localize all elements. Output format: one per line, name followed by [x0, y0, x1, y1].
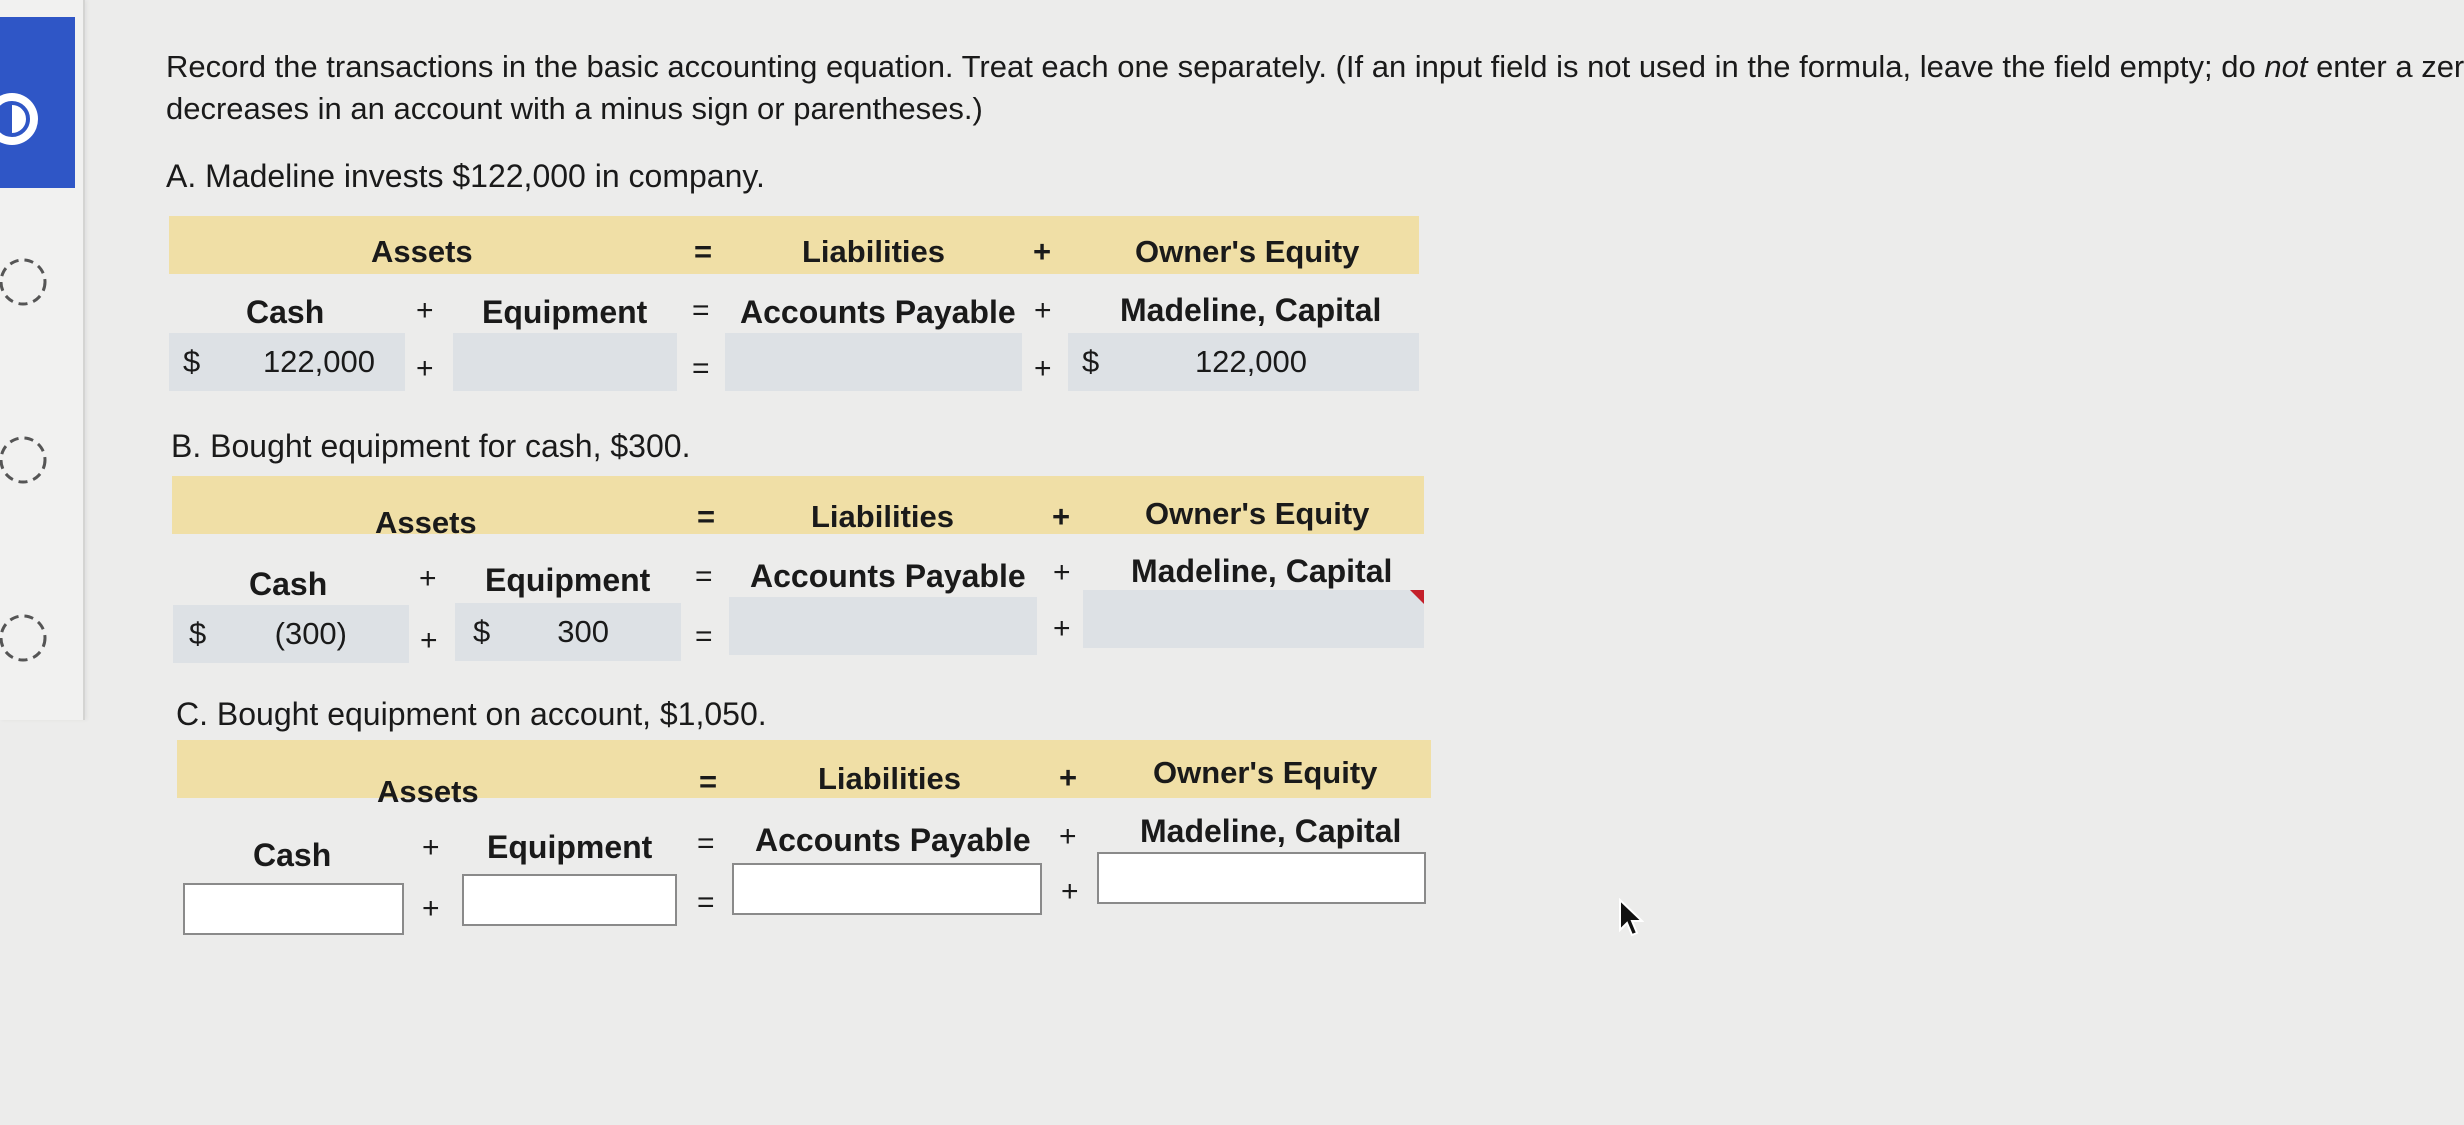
liabilities-header: Liabilities	[818, 761, 961, 796]
owners-equity-header: Owner's Equity	[1145, 496, 1370, 531]
assets-header: Assets	[377, 774, 479, 809]
instructions-text: Record the transactions in the basic acc…	[166, 46, 2464, 130]
equals-sign: =	[692, 352, 710, 385]
question-a-label: A. Madeline invests $122,000 in company.	[166, 158, 765, 194]
equipment-input-a[interactable]	[453, 333, 677, 391]
plus-sign: +	[1034, 352, 1052, 385]
liabilities-header: Liabilities	[811, 499, 954, 534]
instructions-line2: decreases in an account with a minus sig…	[166, 91, 983, 126]
accounts-payable-input-b[interactable]	[729, 597, 1037, 655]
equals-header: =	[697, 499, 716, 534]
capital-input-c[interactable]	[1097, 852, 1426, 904]
equals-header: =	[699, 764, 718, 799]
mouse-pointer-icon	[1618, 897, 1645, 943]
question-nav-rail	[0, 0, 85, 720]
plus-sign: +	[416, 352, 434, 385]
instructions-line1: Record the transactions in the basic acc…	[166, 49, 2265, 84]
accounts-payable-input-c[interactable]	[732, 863, 1042, 915]
plus-sign: +	[422, 831, 440, 864]
accounts-payable-column-header: Accounts Payable	[755, 822, 1031, 858]
assets-header: Assets	[371, 234, 473, 269]
instructions-line1-end: enter a zero. E	[2316, 49, 2464, 84]
question-nav-active-item[interactable]	[0, 17, 75, 188]
owners-equity-header: Owner's Equity	[1153, 755, 1378, 790]
equipment-value: 300	[557, 614, 609, 649]
liabilities-header: Liabilities	[802, 234, 945, 269]
equipment-column-header: Equipment	[485, 562, 651, 598]
cash-column-header: Cash	[253, 837, 332, 873]
question-c-label: C. Bought equipment on account, $1,050.	[176, 696, 767, 732]
equals-sign: =	[695, 560, 713, 593]
capital-value: 122,000	[1194, 344, 1307, 379]
plus-sign: +	[1061, 875, 1079, 908]
dollar-sign: $	[1082, 344, 1100, 379]
accounts-payable-column-header: Accounts Payable	[740, 294, 1016, 330]
plus-sign: +	[416, 294, 434, 327]
cash-input-b[interactable]: $ (300)	[173, 605, 409, 663]
plus-sign: +	[419, 562, 437, 595]
dashed-circle-icon[interactable]	[0, 255, 50, 309]
cash-input-a[interactable]: $ 122,000	[169, 333, 405, 391]
capital-column-header: Madeline, Capital	[1120, 292, 1382, 328]
instructions-emphasis: not	[2264, 49, 2308, 84]
accounts-payable-input-a[interactable]	[725, 333, 1022, 391]
plus-sign: +	[1034, 294, 1052, 327]
capital-column-header: Madeline, Capital	[1131, 553, 1393, 589]
cash-column-header: Cash	[249, 566, 328, 602]
dashed-circle-icon[interactable]	[0, 611, 50, 665]
equipment-column-header: Equipment	[482, 294, 648, 330]
accounts-payable-column-header: Accounts Payable	[750, 558, 1026, 594]
equals-sign: =	[692, 294, 710, 327]
cash-input-c[interactable]	[183, 883, 404, 935]
capital-input-b[interactable]	[1083, 590, 1424, 648]
equals-sign: =	[697, 827, 715, 860]
plus-sign: +	[420, 624, 438, 657]
plus-sign: +	[422, 892, 440, 925]
cash-column-header: Cash	[246, 294, 325, 330]
owners-equity-header: Owner's Equity	[1135, 234, 1360, 269]
equipment-column-header: Equipment	[487, 829, 653, 865]
equals-sign: =	[695, 620, 713, 653]
equals-header: =	[694, 234, 713, 269]
cash-value: (300)	[274, 616, 347, 651]
cash-value: 122,000	[262, 344, 375, 379]
plus-sign: +	[1059, 820, 1077, 853]
capital-input-a[interactable]: $ 122,000	[1068, 333, 1419, 391]
plus-header: +	[1059, 760, 1078, 795]
error-marker	[1410, 590, 1424, 604]
half-circle-icon	[0, 93, 38, 145]
plus-header: +	[1033, 234, 1052, 269]
plus-sign: +	[1053, 612, 1071, 645]
plus-sign: +	[1053, 556, 1071, 589]
dollar-sign: $	[183, 344, 201, 379]
assets-header: Assets	[375, 505, 477, 540]
equals-sign: =	[697, 886, 715, 919]
capital-column-header: Madeline, Capital	[1140, 813, 1402, 849]
question-b-label: B. Bought equipment for cash, $300.	[171, 428, 691, 464]
equipment-input-b[interactable]: $ 300	[455, 603, 681, 661]
plus-header: +	[1052, 499, 1071, 534]
dollar-sign: $	[473, 614, 491, 649]
dollar-sign: $	[189, 616, 207, 651]
equipment-input-c[interactable]	[462, 874, 677, 926]
dashed-circle-icon[interactable]	[0, 433, 50, 487]
